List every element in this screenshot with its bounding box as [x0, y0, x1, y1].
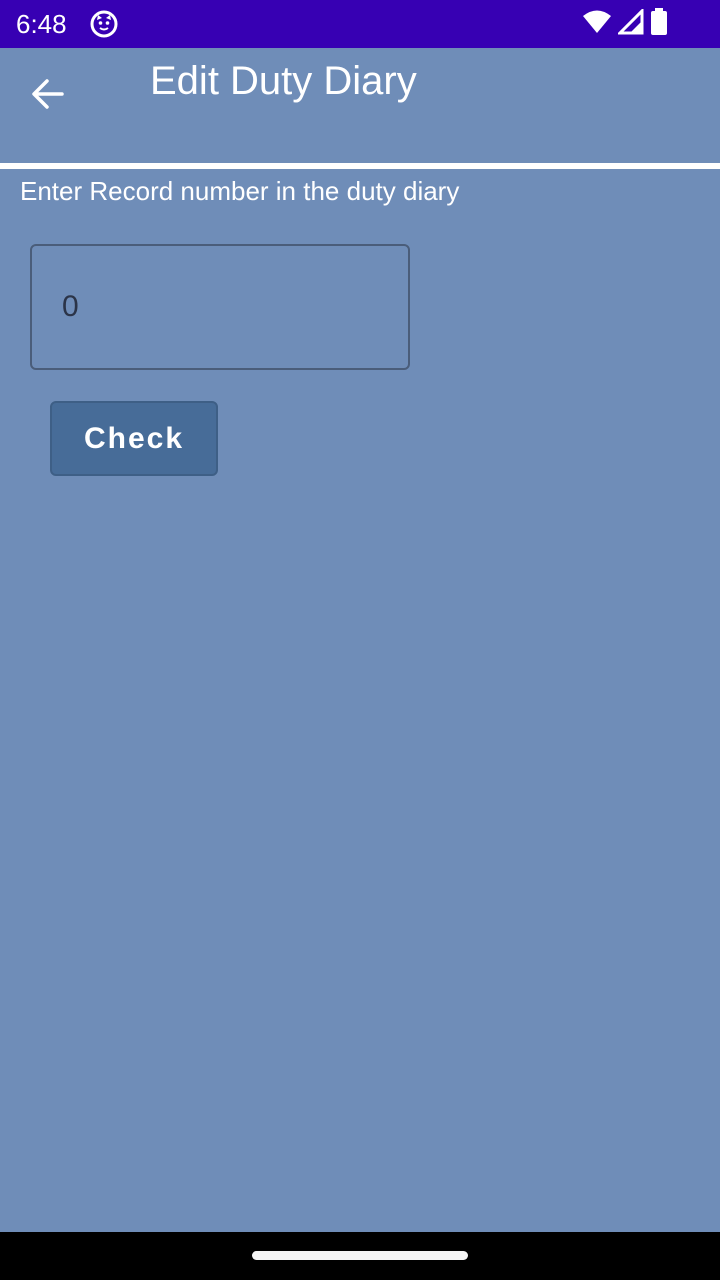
arrow-back-icon — [30, 76, 66, 117]
wifi-icon — [582, 9, 612, 40]
app-bar: Edit Duty Diary — [0, 48, 720, 164]
status-time: 6:48 — [16, 9, 67, 39]
record-number-input[interactable] — [30, 244, 410, 370]
back-button[interactable] — [20, 72, 76, 120]
cat-notification-icon — [90, 10, 118, 38]
home-gesture-handle[interactable] — [252, 1251, 468, 1260]
record-number-prompt: Enter Record number in the duty diary — [20, 176, 460, 206]
cellular-signal-icon — [616, 6, 644, 40]
check-button[interactable]: Check — [50, 401, 218, 476]
screen: 6:48 Edit Duty Diary Enter Record number… — [0, 0, 720, 1280]
status-bar: 6:48 — [0, 0, 720, 48]
battery-icon — [650, 7, 668, 41]
status-icons — [582, 6, 668, 41]
page-title: Edit Duty Diary — [150, 59, 417, 103]
navigation-bar — [0, 1232, 720, 1280]
header-divider — [0, 163, 720, 169]
